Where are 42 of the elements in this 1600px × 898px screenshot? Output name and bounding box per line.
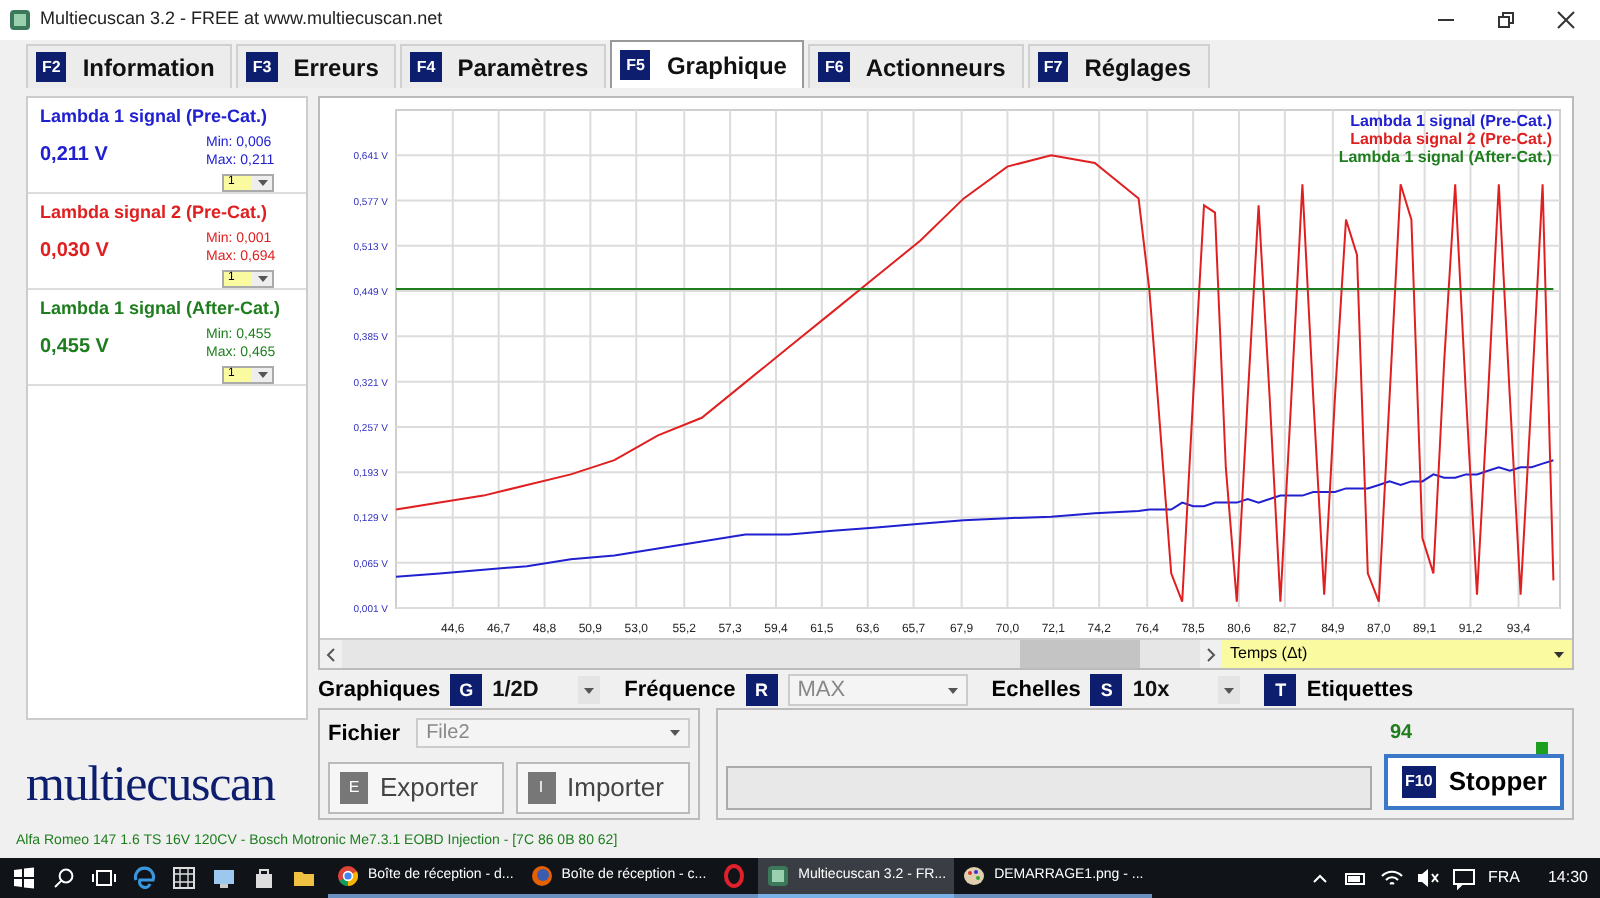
- logo: multiecuscan: [26, 760, 278, 810]
- option-label: Fréquence: [624, 676, 736, 706]
- option-label: Echelles: [991, 676, 1081, 706]
- tab[interactable]: F6 Actionneurs: [808, 44, 1024, 88]
- key-badge: G: [450, 674, 483, 707]
- sensor-value: 0,030 V: [40, 238, 111, 267]
- key-badge: F10: [1401, 765, 1437, 797]
- axis-dropdown[interactable]: Temps (Δt): [1222, 640, 1572, 668]
- tab[interactable]: F2 Information: [26, 44, 233, 88]
- key-badge: R: [745, 674, 778, 707]
- value-dropdown[interactable]: 1/2D: [492, 674, 601, 707]
- key-badge: I: [527, 772, 555, 804]
- option-label: Graphiques: [318, 676, 441, 706]
- key-badge: F4: [410, 52, 442, 82]
- option-label: Etiquettes: [1306, 676, 1414, 706]
- tab[interactable]: F7 Réglages: [1027, 44, 1210, 88]
- key-badge: F6: [818, 52, 850, 82]
- sensor-name: Lambda 1 signal (After-Cat.): [40, 298, 283, 321]
- sensor-name: Lambda 1 signal (Pre-Cat.): [40, 106, 270, 129]
- legend-label: Lambda 1 signal (After-Cat.): [1338, 148, 1552, 166]
- key-badge: T: [1264, 674, 1297, 707]
- legend-label: Lambda signal 2 (Pre-Cat.): [1350, 130, 1552, 148]
- sensor-value: 0,211 V: [40, 142, 110, 171]
- sensor-name: Lambda signal 2 (Pre-Cat.): [40, 202, 270, 225]
- window-title: Multiecuscan 3.2 - FREE at www.multiecuscan.net: [40, 6, 443, 33]
- file-label: Fichier: [328, 719, 401, 749]
- tab[interactable]: F5 Graphique: [610, 40, 805, 88]
- key-badge: E: [340, 772, 368, 804]
- key-badge: F3: [246, 52, 278, 82]
- key-badge: F2: [36, 52, 67, 82]
- counter: 94: [1390, 719, 1413, 747]
- stop-button[interactable]: F10 Stopper: [1384, 753, 1564, 809]
- key-badge: S: [1090, 674, 1123, 707]
- value-dropdown[interactable]: 10x: [1132, 674, 1241, 707]
- sensor-value: 0,455 V: [40, 334, 111, 363]
- legend-label: Lambda 1 signal (Pre-Cat.): [1350, 112, 1552, 130]
- key-badge: F7: [1037, 52, 1069, 82]
- language-indicator[interactable]: FRA: [1487, 866, 1520, 890]
- key-badge: F5: [620, 50, 651, 80]
- tab[interactable]: F4 Paramètres: [400, 44, 607, 88]
- tab[interactable]: F3 Erreurs: [236, 44, 397, 88]
- clock[interactable]: 14:30: [1547, 866, 1588, 890]
